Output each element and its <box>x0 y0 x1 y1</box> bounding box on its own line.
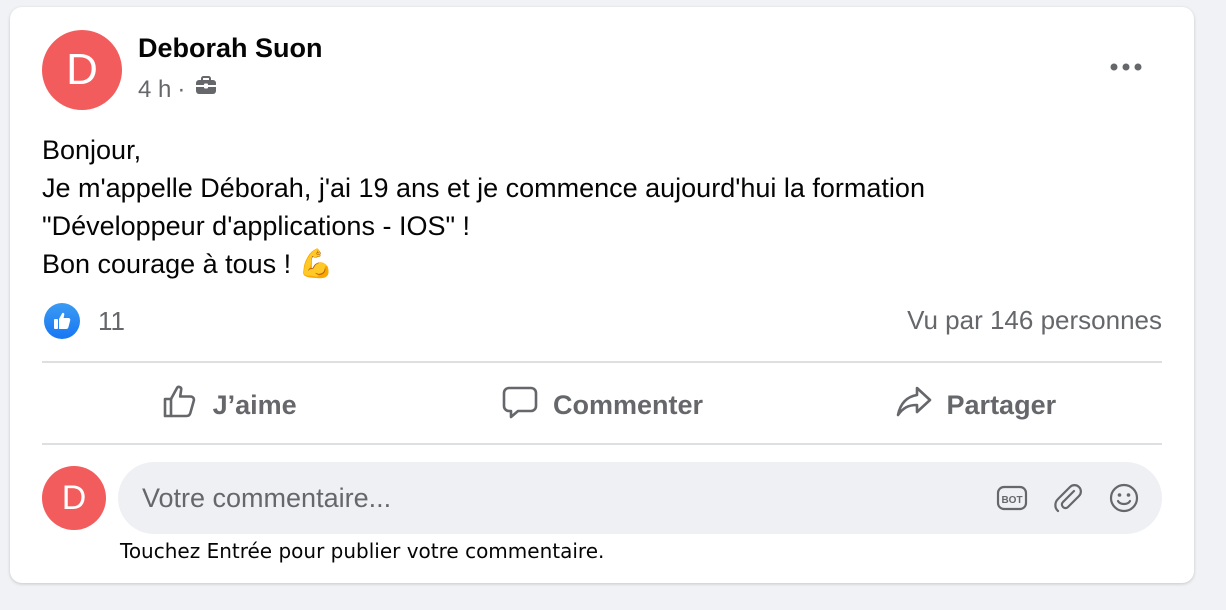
meta-separator: · <box>177 75 186 103</box>
post-line: Bonjour, <box>42 135 142 165</box>
comment-input[interactable]: Votre commentaire... BOT <box>118 462 1162 534</box>
comment-button[interactable]: Commenter <box>415 367 788 443</box>
post-body: Bonjour, Je m'appelle Déborah, j'ai 19 a… <box>42 131 1162 283</box>
flexed-biceps-emoji: 💪 <box>298 248 334 279</box>
post-line: "Développeur d'applications - IOS" ! <box>42 211 471 241</box>
thumbs-up-icon <box>44 303 80 339</box>
post-meta: 4 h · <box>138 75 219 104</box>
views-count: Vu par 146 personnes <box>907 305 1162 335</box>
like-label: J’aime <box>212 389 297 420</box>
post-line: Je m'appelle Déborah, j'ai 19 ans et je … <box>42 173 925 203</box>
comment-tools: BOT <box>996 462 1140 534</box>
comment-hint: Touchez Entrée pour publier votre commen… <box>120 539 605 563</box>
comment-label: Commenter <box>552 389 703 420</box>
post-actions: J’aime Commenter Partager <box>42 367 1162 443</box>
author-name[interactable]: Deborah Suon <box>138 33 323 64</box>
divider <box>42 361 1162 363</box>
comment-placeholder: Votre commentaire... <box>142 483 392 513</box>
author-avatar[interactable]: D <box>42 30 122 110</box>
briefcase-icon <box>191 75 219 104</box>
post-line-text: Bon courage à tous ! <box>42 249 292 279</box>
like-button[interactable]: J’aime <box>42 367 415 443</box>
share-arrow-icon <box>895 383 933 428</box>
author-avatar-letter: D <box>66 45 98 94</box>
commenter-avatar: D <box>42 466 106 530</box>
post-time[interactable]: 4 h <box>138 76 171 104</box>
speech-bubble-icon <box>501 383 539 428</box>
commenter-avatar-letter: D <box>61 478 87 517</box>
more-options-icon[interactable] <box>1106 55 1146 79</box>
post-card: D Deborah Suon 4 h · Bonjour, Je m'appel… <box>10 7 1194 583</box>
thumbs-up-outline-icon <box>161 383 199 428</box>
post-line: Bon courage à tous ! 💪 <box>42 245 1162 283</box>
reactions-summary[interactable]: 11 <box>44 303 125 339</box>
bot-icon[interactable]: BOT <box>996 484 1028 512</box>
svg-text:BOT: BOT <box>1001 495 1022 506</box>
reaction-count: 11 <box>98 305 125 336</box>
smiley-icon[interactable] <box>1108 482 1140 514</box>
divider <box>42 443 1162 445</box>
share-button[interactable]: Partager <box>789 367 1162 443</box>
share-label: Partager <box>946 389 1057 420</box>
paperclip-icon[interactable] <box>1052 482 1084 514</box>
